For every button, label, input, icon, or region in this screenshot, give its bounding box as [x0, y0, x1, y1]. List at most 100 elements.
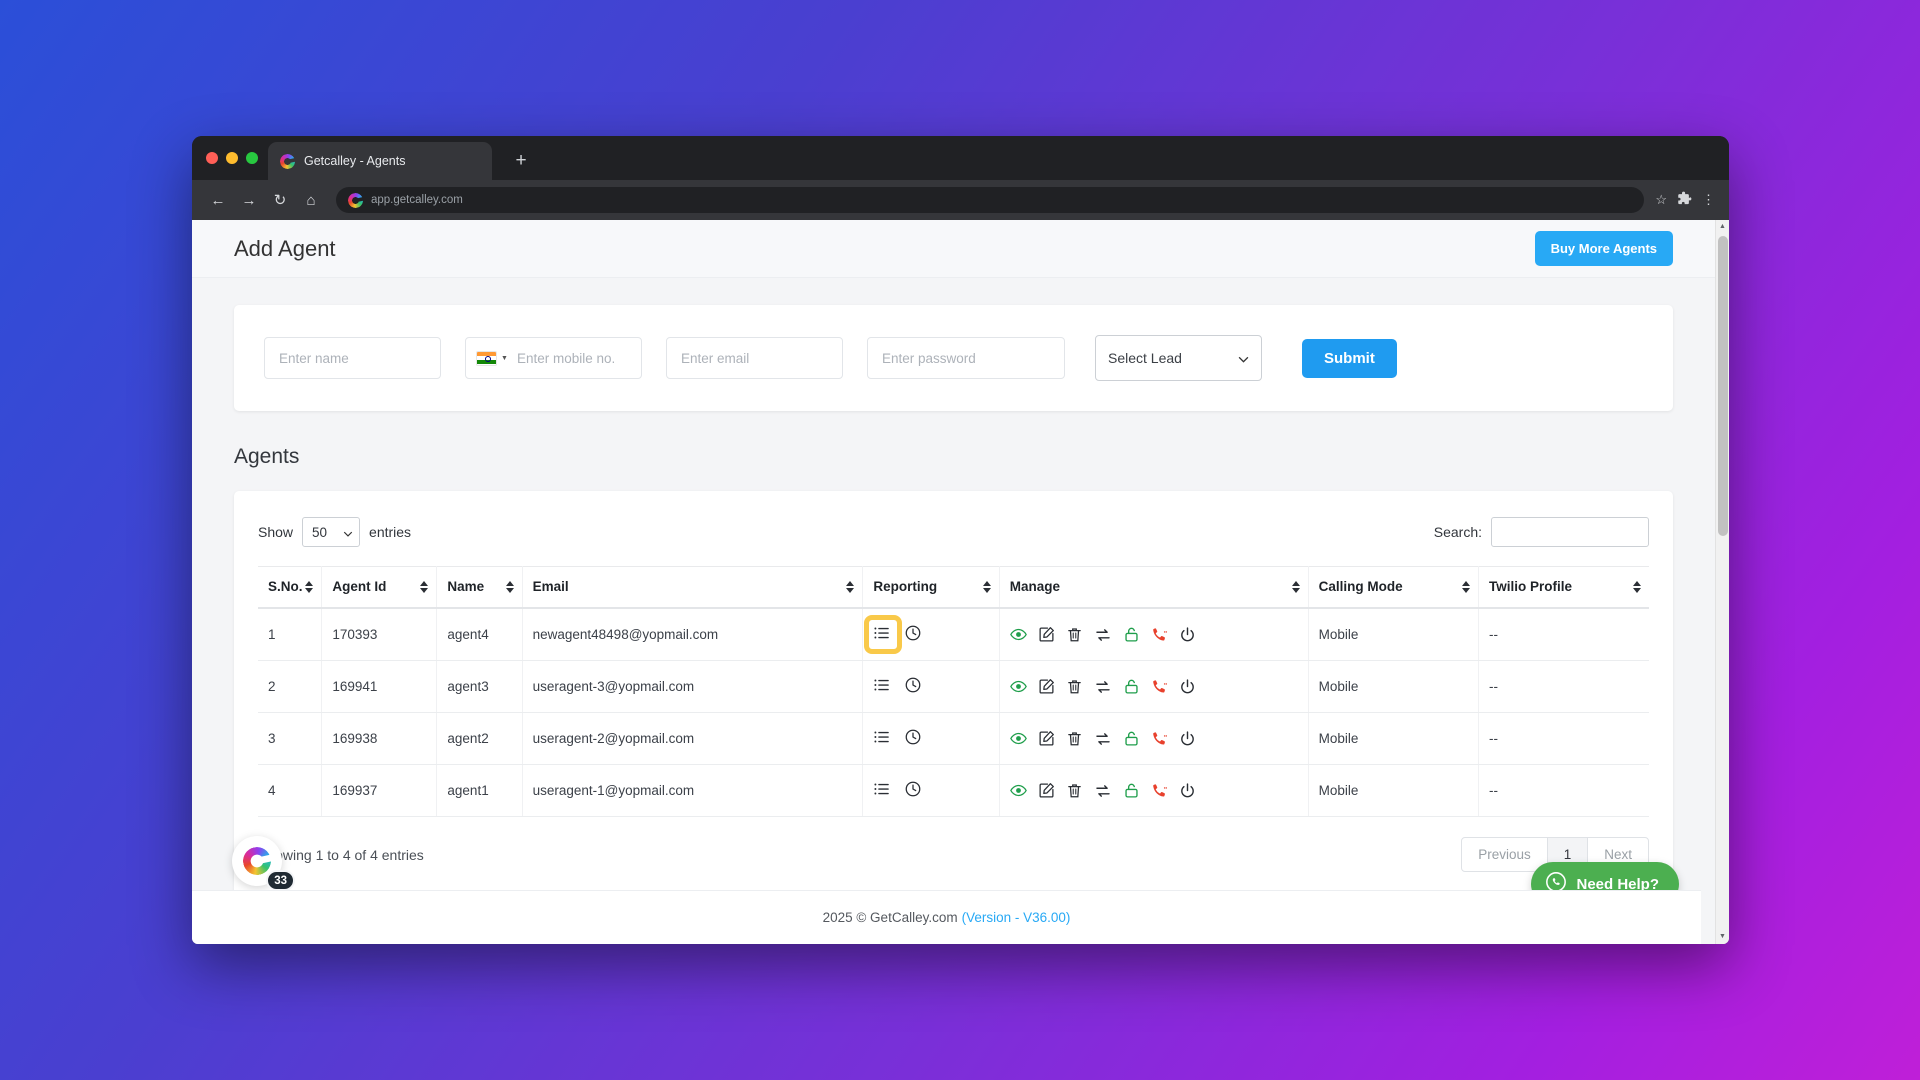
- scroll-down-arrow-icon[interactable]: ▼: [1716, 930, 1729, 944]
- buy-more-agents-button[interactable]: Buy More Agents: [1534, 231, 1673, 266]
- list-icon[interactable]: [873, 676, 891, 697]
- browser-tab[interactable]: Getcalley - Agents: [268, 142, 492, 180]
- scroll-up-arrow-icon[interactable]: ▲: [1716, 220, 1729, 234]
- sort-icon[interactable]: [846, 581, 855, 593]
- transfer-icon[interactable]: [1094, 626, 1112, 644]
- extensions-puzzle-icon[interactable]: [1677, 191, 1692, 209]
- lock-icon[interactable]: [1123, 730, 1140, 747]
- cell-email: newagent48498@yopmail.com: [522, 608, 864, 661]
- search-input[interactable]: [1491, 517, 1649, 547]
- mobile-input[interactable]: ▼ Enter mobile no.: [465, 337, 642, 379]
- table-row: 3 169938 agent2 useragent-2@yopmail.com Mobi…: [258, 712, 1649, 765]
- sort-icon[interactable]: [1291, 581, 1300, 593]
- column-header-agent-id[interactable]: Agent Id: [321, 566, 438, 609]
- column-header-calling-mode[interactable]: Calling Mode: [1308, 566, 1480, 609]
- address-bar[interactable]: app.getcalley.com: [336, 187, 1645, 213]
- search-label: Search:: [1433, 524, 1482, 540]
- table-footer: Showing 1 to 4 of 4 entries Previous 1 N…: [258, 837, 1649, 872]
- lock-icon[interactable]: [1123, 782, 1140, 799]
- previous-page-button[interactable]: Previous: [1461, 837, 1548, 872]
- maximize-window-button[interactable]: [246, 152, 258, 164]
- new-tab-button[interactable]: +: [508, 148, 534, 174]
- cell-email: useragent-1@yopmail.com: [522, 764, 864, 817]
- column-header-sno[interactable]: S.No.: [258, 566, 323, 609]
- column-header-manage[interactable]: Manage: [999, 566, 1309, 609]
- edit-icon[interactable]: [1038, 678, 1055, 695]
- power-icon[interactable]: [1179, 626, 1196, 643]
- edit-icon[interactable]: [1038, 626, 1055, 643]
- cell-manage: [999, 764, 1309, 817]
- transfer-icon[interactable]: [1094, 782, 1112, 800]
- clock-icon[interactable]: [904, 728, 922, 749]
- eye-icon[interactable]: [1009, 730, 1027, 747]
- edit-icon[interactable]: [1038, 782, 1055, 799]
- lock-icon[interactable]: [1123, 678, 1140, 695]
- password-input[interactable]: Enter password: [867, 337, 1065, 379]
- clock-icon[interactable]: [904, 780, 922, 801]
- cell-twilio-profile: --: [1478, 660, 1649, 713]
- browser-tab-strip: Getcalley - Agents +: [192, 136, 1729, 180]
- cell-manage: [999, 608, 1309, 661]
- clock-icon[interactable]: [904, 624, 922, 645]
- browser-toolbar: ← → ↻ ⌂ app.getcalley.com ☆ ⋮: [192, 180, 1729, 220]
- entries-per-page-select[interactable]: 50: [302, 517, 361, 547]
- lock-icon[interactable]: [1123, 626, 1140, 643]
- show-label: Show: [258, 524, 294, 540]
- home-icon[interactable]: ⌂: [297, 186, 325, 214]
- sort-icon[interactable]: [1462, 581, 1471, 593]
- minimize-window-button[interactable]: [226, 152, 238, 164]
- submit-button[interactable]: Submit: [1302, 338, 1397, 378]
- sort-icon[interactable]: [982, 581, 991, 593]
- cell-manage: [999, 660, 1309, 713]
- eye-icon[interactable]: [1009, 626, 1027, 643]
- column-header-reporting[interactable]: Reporting: [862, 566, 1000, 609]
- phone-icon[interactable]: [1151, 782, 1168, 799]
- phone-icon[interactable]: [1151, 678, 1168, 695]
- sort-icon[interactable]: [420, 581, 429, 593]
- trash-icon[interactable]: [1066, 782, 1083, 799]
- close-window-button[interactable]: [206, 152, 218, 164]
- list-icon[interactable]: [864, 615, 903, 654]
- calley-chat-widget[interactable]: 33: [232, 836, 295, 891]
- column-header-email[interactable]: Email: [522, 566, 864, 609]
- page-scrollbar[interactable]: ▲ ▼: [1715, 220, 1729, 944]
- email-input[interactable]: Enter email: [666, 337, 843, 379]
- clock-icon[interactable]: [904, 676, 922, 697]
- sort-icon[interactable]: [1633, 581, 1641, 593]
- column-header-twilio-profile[interactable]: Twilio Profile: [1478, 566, 1649, 609]
- trash-icon[interactable]: [1066, 678, 1083, 695]
- trash-icon[interactable]: [1066, 730, 1083, 747]
- lead-select[interactable]: Select Lead: [1095, 335, 1262, 381]
- eye-icon[interactable]: [1009, 678, 1027, 695]
- power-icon[interactable]: [1179, 678, 1196, 695]
- cell-sno: 4: [258, 764, 323, 817]
- forward-icon[interactable]: →: [235, 186, 263, 214]
- cell-calling-mode: Mobile: [1308, 712, 1480, 765]
- trash-icon[interactable]: [1066, 626, 1083, 643]
- transfer-icon[interactable]: [1094, 678, 1112, 696]
- footer-version[interactable]: (Version - V36.00): [962, 910, 1071, 925]
- table-row: 1 170393 agent4 newagent48498@yopmail.com Mo…: [258, 608, 1649, 661]
- browser-menu-icon[interactable]: ⋮: [1702, 192, 1715, 208]
- phone-icon[interactable]: [1151, 730, 1168, 747]
- india-flag-icon[interactable]: ▼: [476, 350, 508, 366]
- eye-icon[interactable]: [1009, 782, 1027, 799]
- sort-icon[interactable]: [505, 581, 514, 593]
- list-icon[interactable]: [873, 728, 891, 749]
- back-icon[interactable]: ←: [204, 186, 232, 214]
- scrollbar-thumb[interactable]: [1718, 236, 1728, 536]
- reload-icon[interactable]: ↻: [266, 186, 294, 214]
- phone-icon[interactable]: [1151, 626, 1168, 643]
- transfer-icon[interactable]: [1094, 730, 1112, 748]
- bookmark-star-icon[interactable]: ☆: [1655, 192, 1667, 208]
- edit-icon[interactable]: [1038, 730, 1055, 747]
- column-header-name[interactable]: Name: [436, 566, 523, 609]
- cell-email: useragent-3@yopmail.com: [522, 660, 864, 713]
- power-icon[interactable]: [1179, 782, 1196, 799]
- show-entries-control: Show 50 entries: [258, 517, 411, 547]
- list-icon[interactable]: [873, 780, 891, 801]
- cell-agent-id: 170393: [321, 608, 438, 661]
- sort-icon[interactable]: [305, 581, 314, 593]
- name-input[interactable]: Enter name: [264, 337, 441, 379]
- power-icon[interactable]: [1179, 730, 1196, 747]
